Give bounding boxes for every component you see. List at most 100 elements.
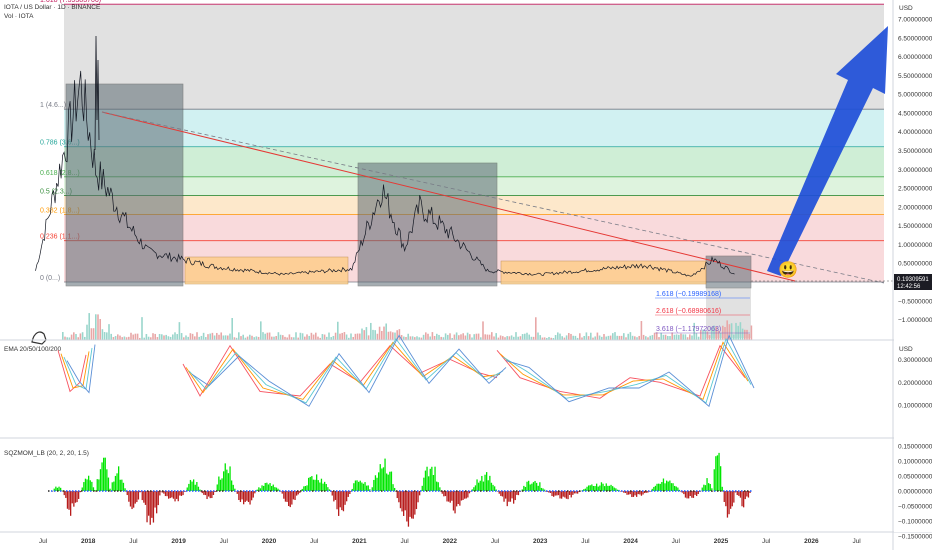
- sqz-zero-dot: [684, 490, 686, 492]
- sqz-bar: [266, 482, 268, 491]
- volume-bar: [598, 335, 601, 340]
- sqz-bar: [211, 491, 213, 499]
- sqz-zero-dot: [345, 490, 347, 492]
- sqz-bar: [392, 484, 394, 491]
- volume-bar: [422, 334, 425, 340]
- sqz-bar: [362, 483, 365, 491]
- volume-bar: [627, 333, 629, 340]
- sqz-bar: [666, 480, 668, 491]
- price-tick-label: 6.00000000: [898, 54, 932, 61]
- sqz-bar: [486, 472, 488, 491]
- sqz-zero-dot: [735, 490, 737, 492]
- sqz-zero-dot: [252, 490, 254, 492]
- sqz-bar: [193, 479, 195, 491]
- volume-bar: [409, 336, 412, 340]
- volume-bar: [403, 336, 405, 340]
- sqz-zero-dot: [594, 490, 596, 492]
- sqz-zero-dot: [621, 490, 623, 492]
- sqz-bar: [429, 468, 431, 491]
- sqz-zero-dot: [399, 490, 401, 492]
- volume-bar: [132, 334, 134, 340]
- volume-bar: [660, 332, 662, 340]
- sqz-bar: [373, 479, 375, 491]
- volume-bar: [466, 332, 469, 340]
- sqz-bar: [98, 479, 100, 491]
- time-tick-label: 2020: [262, 538, 277, 545]
- sqz-bar: [346, 491, 348, 502]
- sqz-zero-dot: [165, 490, 167, 492]
- volume-bar: [570, 333, 572, 340]
- volume-bar: [134, 333, 137, 340]
- volume-bar: [662, 334, 665, 340]
- fib-extension-label: 2.618 (−0.68980616): [656, 308, 721, 315]
- volume-bar: [744, 329, 746, 340]
- volume-bar: [537, 332, 539, 340]
- volume-bar: [535, 317, 537, 340]
- price-tick-label: −0.50000000: [898, 298, 932, 305]
- sqz-zero-dot: [183, 490, 185, 492]
- sqz-bar: [359, 480, 361, 491]
- sqz-bar: [256, 489, 258, 491]
- sqz-bar: [223, 471, 225, 491]
- sqz-zero-dot: [711, 490, 713, 492]
- volume-bar: [521, 334, 524, 340]
- sqz-bar: [570, 491, 572, 498]
- sqz-bar: [691, 491, 693, 498]
- volume-bar: [590, 332, 592, 340]
- sqz-zero-dot: [222, 490, 224, 492]
- volume-bars: [62, 313, 753, 340]
- sqz-bar: [347, 491, 349, 497]
- volume-bar: [682, 334, 684, 340]
- volume-bar: [242, 334, 244, 340]
- volume-bar: [176, 334, 178, 340]
- volume-bar: [200, 335, 203, 340]
- sqz-bar: [526, 481, 528, 491]
- volume-bar: [651, 335, 654, 340]
- volume-bar: [726, 320, 728, 340]
- volume-bar: [249, 334, 251, 340]
- sqz-zero-dot: [327, 490, 329, 492]
- sqz-bar: [747, 491, 750, 498]
- sqz-zero-dot: [654, 490, 656, 492]
- sqz-zero-dot: [81, 490, 83, 492]
- sqz-bar: [109, 488, 111, 491]
- volume-bar: [392, 332, 394, 340]
- sqz-zero-dot: [534, 490, 536, 492]
- volume-bar: [460, 334, 462, 340]
- sqz-bar: [238, 491, 240, 501]
- sqz-bar: [631, 491, 633, 498]
- sqz-bar: [492, 484, 494, 491]
- sqz-bar: [616, 489, 619, 491]
- sqz-bar: [403, 491, 405, 516]
- sqz-bar: [509, 491, 512, 502]
- chart-canvas[interactable]: 1.618 (7.39383706)1 (4.6...)0.786 (3.6..…: [0, 0, 932, 550]
- sqz-bar: [423, 477, 425, 491]
- sqz-zero-dot: [387, 490, 389, 492]
- sqz-zero-dot: [423, 490, 425, 492]
- sqz-bar: [342, 491, 345, 512]
- sqz-bar: [226, 469, 228, 491]
- ema-tick-label: 0.10000000: [898, 403, 932, 410]
- volume-bar: [724, 327, 726, 340]
- sqz-bar: [141, 491, 143, 501]
- sqz-zero-dot: [144, 490, 146, 492]
- sqz-zero-dot: [216, 490, 218, 492]
- sqz-bar: [168, 491, 170, 499]
- sqz-zero-dot: [699, 490, 701, 492]
- volume-bar: [499, 335, 502, 340]
- sqz-zero-dot: [609, 490, 611, 492]
- sqz-zero-dot: [297, 490, 299, 492]
- volume-bar: [640, 321, 643, 340]
- volume-bar: [572, 335, 574, 340]
- sqz-bar: [174, 491, 176, 502]
- volume-bar: [673, 334, 676, 340]
- volume-bar: [634, 336, 636, 340]
- sqz-bar: [169, 491, 171, 499]
- sqz-zero-dot: [246, 490, 248, 492]
- sqz-zero-dot: [117, 490, 119, 492]
- sqz-zero-dot: [87, 490, 89, 492]
- sqz-zero-dot: [618, 490, 620, 492]
- volume-bar: [462, 333, 464, 340]
- volume-bar: [97, 314, 99, 340]
- sqz-tick-label: −0.05000000: [898, 504, 932, 511]
